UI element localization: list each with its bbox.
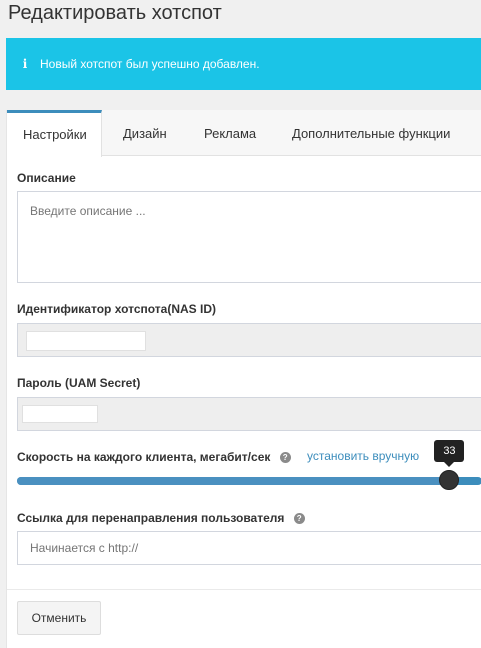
redacted-value	[26, 331, 146, 351]
uam-secret-field	[17, 397, 481, 431]
tab-ads[interactable]: Реклама	[204, 110, 256, 156]
success-alert: i Новый хотспот был успешно добавлен.	[6, 38, 481, 90]
speed-label-text: Скорость на каждого клиента, мегабит/сек	[17, 450, 271, 464]
redirect-label-text: Ссылка для перенаправления пользователя	[17, 511, 285, 525]
divider	[7, 589, 481, 590]
speed-slider-tooltip: 33	[434, 440, 465, 467]
cancel-button[interactable]: Отменить	[17, 601, 101, 635]
page-title: Редактировать хотспот	[8, 2, 222, 24]
speed-slider-handle[interactable]	[439, 470, 460, 490]
alert-message: Новый хотспот был успешно добавлен.	[40, 57, 260, 71]
help-icon[interactable]: ?	[293, 513, 305, 525]
set-manually-link[interactable]: установить вручную	[307, 449, 419, 463]
description-textarea[interactable]	[17, 191, 481, 283]
tab-design[interactable]: Дизайн	[123, 110, 167, 156]
speed-label: Скорость на каждого клиента, мегабит/сек…	[17, 450, 291, 464]
redirect-url-input[interactable]	[17, 531, 481, 565]
help-icon[interactable]: ?	[279, 452, 291, 464]
tab-extra-functions[interactable]: Дополнительные функции	[292, 110, 450, 156]
nas-id-field	[17, 323, 481, 357]
redacted-value	[22, 405, 98, 423]
info-icon: i	[22, 57, 28, 71]
description-label: Описание	[17, 171, 76, 185]
nas-id-label: Идентификатор хотспота(NAS ID)	[17, 302, 216, 316]
speed-slider-track[interactable]	[17, 477, 481, 485]
tab-settings[interactable]: Настройки	[7, 110, 102, 157]
speed-slider-fill	[17, 477, 450, 485]
redirect-label: Ссылка для перенаправления пользователя …	[17, 511, 305, 525]
uam-secret-label: Пароль (UAM Secret)	[17, 376, 141, 390]
settings-card: Настройки Дизайн Реклама Дополнительные …	[6, 110, 481, 648]
tab-bar: Настройки Дизайн Реклама Дополнительные …	[7, 110, 481, 157]
